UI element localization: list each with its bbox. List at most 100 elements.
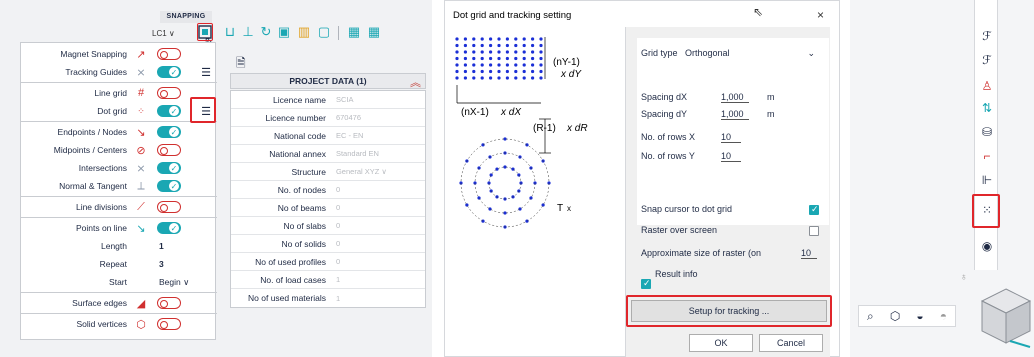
grid-dot — [489, 43, 493, 48]
repeat-value[interactable]: 3 — [159, 259, 164, 269]
setup-button-highlight — [626, 295, 832, 327]
refresh-icon[interactable]: ↻ — [258, 24, 274, 40]
normal-icon: ⟂ — [137, 179, 145, 192]
eye-icon[interactable]: ◉ — [975, 236, 999, 256]
table-row[interactable]: Structure General XYZ ∨ — [231, 163, 425, 181]
arrows-icon[interactable]: ⇅ — [975, 98, 999, 118]
database-icon[interactable]: ⛁ — [975, 122, 999, 142]
raster-checkbox[interactable] — [809, 226, 819, 236]
spacing-dx-label: Spacing dX — [641, 92, 688, 102]
snap-label: Normal & Tangent — [59, 181, 127, 191]
unit-icon[interactable]: ⊔ — [222, 24, 238, 40]
grid-illustration: (nY-1) x dY (nX-1) x dX (R-1) x dR T x — [455, 37, 588, 229]
magnet-toggle[interactable] — [157, 48, 181, 60]
dot-grid-settings-highlight — [190, 97, 216, 123]
length-value[interactable]: 1 — [159, 241, 164, 251]
spacing-dy-input[interactable]: 1,000 — [721, 109, 749, 120]
rows-x-input[interactable]: 10 — [721, 132, 741, 143]
snap-row-length[interactable]: Length 1 — [21, 237, 217, 255]
normal-toggle[interactable] — [157, 180, 181, 192]
view-cube-icon[interactable] — [980, 287, 1032, 349]
snap-row-solid-vertices[interactable]: Solid vertices ⬡ — [21, 315, 217, 333]
midpoint-toggle[interactable] — [157, 144, 181, 156]
support-icon[interactable]: ⊩ — [975, 170, 999, 190]
solid-vertex-toggle[interactable] — [157, 318, 181, 330]
distance-icon[interactable]: ⊥ — [240, 24, 256, 40]
result-info-checkbox[interactable] — [641, 278, 651, 289]
snap-row-intersections[interactable]: Intersections ⨯ — [21, 159, 217, 177]
line-grid-toggle[interactable] — [157, 87, 181, 99]
grid-dot — [489, 76, 493, 80]
rows-y-input[interactable]: 10 — [721, 151, 741, 162]
ny-label: (nY-1) — [553, 57, 580, 68]
chart-icon[interactable]: ▥ — [296, 24, 312, 40]
table-row: No of solids 0 — [231, 235, 425, 253]
polar-dot — [541, 203, 545, 207]
grid-dot — [531, 76, 535, 80]
frame-icon[interactable]: ℱ — [975, 26, 999, 46]
snap-cursor-checkbox[interactable] — [809, 204, 819, 215]
layout-icon[interactable]: ▦ — [366, 24, 382, 40]
clip-icon[interactable]: ▣ — [276, 24, 292, 40]
grid-dot — [472, 37, 476, 41]
close-icon[interactable]: × — [817, 8, 824, 22]
tracking-toggle[interactable] — [157, 66, 181, 78]
grid-dot — [514, 50, 518, 54]
raster-label: Raster over screen — [641, 225, 718, 235]
snap-row-tracking[interactable]: Tracking Guides ⨯ ☰ — [21, 63, 217, 81]
midpoint-icon: ⊘ — [136, 144, 146, 157]
approx-input[interactable]: 10 — [801, 248, 817, 259]
grid-dot — [505, 50, 509, 54]
solid-vertex-icon: ⬡ — [136, 318, 146, 331]
table-row: No. of load cases 1 — [231, 271, 425, 289]
snap-label: Magnet Snapping — [60, 49, 127, 59]
render-icon[interactable]: ◒ — [916, 309, 923, 323]
snap-row-surface-edges[interactable]: Surface edges ◢ — [21, 294, 217, 312]
start-select[interactable]: Begin ∨ — [159, 277, 189, 288]
snap-row-magnet[interactable]: Magnet Snapping ↗ — [21, 45, 217, 63]
snapping-badge: SNAPPING — [160, 11, 212, 23]
grid-dot — [514, 76, 518, 80]
grid-dot — [505, 43, 509, 48]
load-icon[interactable]: ⌐ — [975, 146, 999, 166]
snap-row-midpoints[interactable]: Midpoints / Centers ⊘ — [21, 141, 217, 159]
intersection-toggle[interactable] — [157, 162, 181, 174]
load-case-select[interactable]: LC1 ∨ — [152, 29, 175, 38]
snap-row-repeat[interactable]: Repeat 3 — [21, 255, 217, 273]
ok-button[interactable]: OK — [689, 334, 753, 352]
cancel-button[interactable]: Cancel — [759, 334, 823, 352]
tracking-settings-icon[interactable]: ☰ — [201, 66, 211, 79]
table-row: No of used materials 1 — [248, 293, 341, 303]
snap-row-dot-grid[interactable]: Dot grid ⁘ ☰ — [21, 102, 217, 120]
snap-row-line-grid[interactable]: Line grid # — [21, 84, 217, 102]
surface-edge-toggle[interactable] — [157, 297, 181, 309]
polar-dot — [489, 173, 493, 177]
snap-row-points-on-line[interactable]: Points on line ↘ — [21, 219, 217, 237]
t-label: T — [557, 203, 563, 214]
divider — [21, 292, 217, 293]
grid-view-icon[interactable]: ▦ — [346, 24, 362, 40]
spacing-dx-input[interactable]: 1,000 — [721, 92, 749, 103]
snap-label: Endpoints / Nodes — [57, 127, 127, 137]
grid-dot — [505, 76, 509, 80]
grid-type-select[interactable]: Orthogonal ⌄ — [685, 48, 815, 59]
light-icon[interactable]: ◓ — [940, 309, 947, 323]
endpoint-toggle[interactable] — [157, 126, 181, 138]
snap-label: Repeat — [99, 259, 127, 269]
cube-icon[interactable]: ⬡ — [890, 309, 900, 323]
person-icon[interactable]: ♙ — [975, 76, 999, 96]
frame-alt-icon[interactable]: ℱ — [975, 50, 999, 70]
snap-row-line-divisions[interactable]: Line divisions ⟋ — [21, 198, 217, 216]
dot-grid-toggle[interactable] — [157, 105, 181, 117]
snap-row-normal[interactable]: Normal & Tangent ⟂ — [21, 177, 217, 195]
points-on-line-toggle[interactable] — [157, 222, 181, 234]
snap-row-endpoints[interactable]: Endpoints / Nodes ↘ — [21, 123, 217, 141]
grid-dot — [514, 63, 518, 67]
view-icon[interactable]: ▢ — [316, 24, 332, 40]
collapse-chevron-icon[interactable]: ︽ — [410, 74, 421, 90]
zoom-icon[interactable]: ⌕ — [867, 309, 874, 324]
line-division-toggle[interactable] — [157, 201, 181, 213]
document-icon[interactable]: 🗎 — [236, 54, 246, 75]
snap-row-start[interactable]: Start Begin ∨ — [21, 273, 217, 291]
snap-cursor-label: Snap cursor to dot grid — [641, 204, 733, 214]
